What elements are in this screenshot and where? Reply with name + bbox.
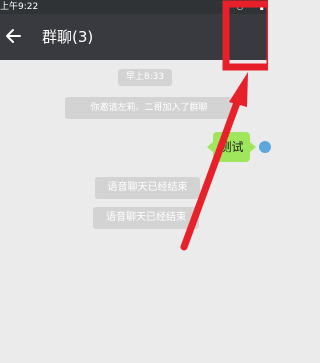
status-time: 上午9:22 (0, 2, 39, 12)
message-timestamp: 早上8:33 (118, 69, 172, 86)
battery-icon: ▮ (259, 2, 265, 11)
voice-ended-notice: 语音聊天已经结束 (95, 177, 200, 199)
my-message-bubble[interactable]: 测试 (207, 132, 256, 162)
chat-title: 群聊(3) (42, 28, 94, 46)
chat-header: 群聊(3) (0, 14, 268, 60)
voice-ended-notice: 语音聊天已经结束 (93, 207, 199, 229)
signal-icon: ◔ (236, 2, 245, 11)
my-message-text: 测试 (219, 140, 244, 154)
invite-notice: 你邀请左莉、二哥加入了群聊 (65, 97, 233, 119)
group-info-icon[interactable] (234, 16, 264, 56)
back-arrow-icon[interactable] (4, 25, 24, 47)
status-bar: 上午9:22 ◔ ◠ ▮ (0, 0, 268, 14)
status-icons: ◔ ◠ ▮ (237, 0, 265, 14)
send-status-icon (259, 141, 271, 153)
wifi-icon: ◠ (248, 2, 257, 11)
